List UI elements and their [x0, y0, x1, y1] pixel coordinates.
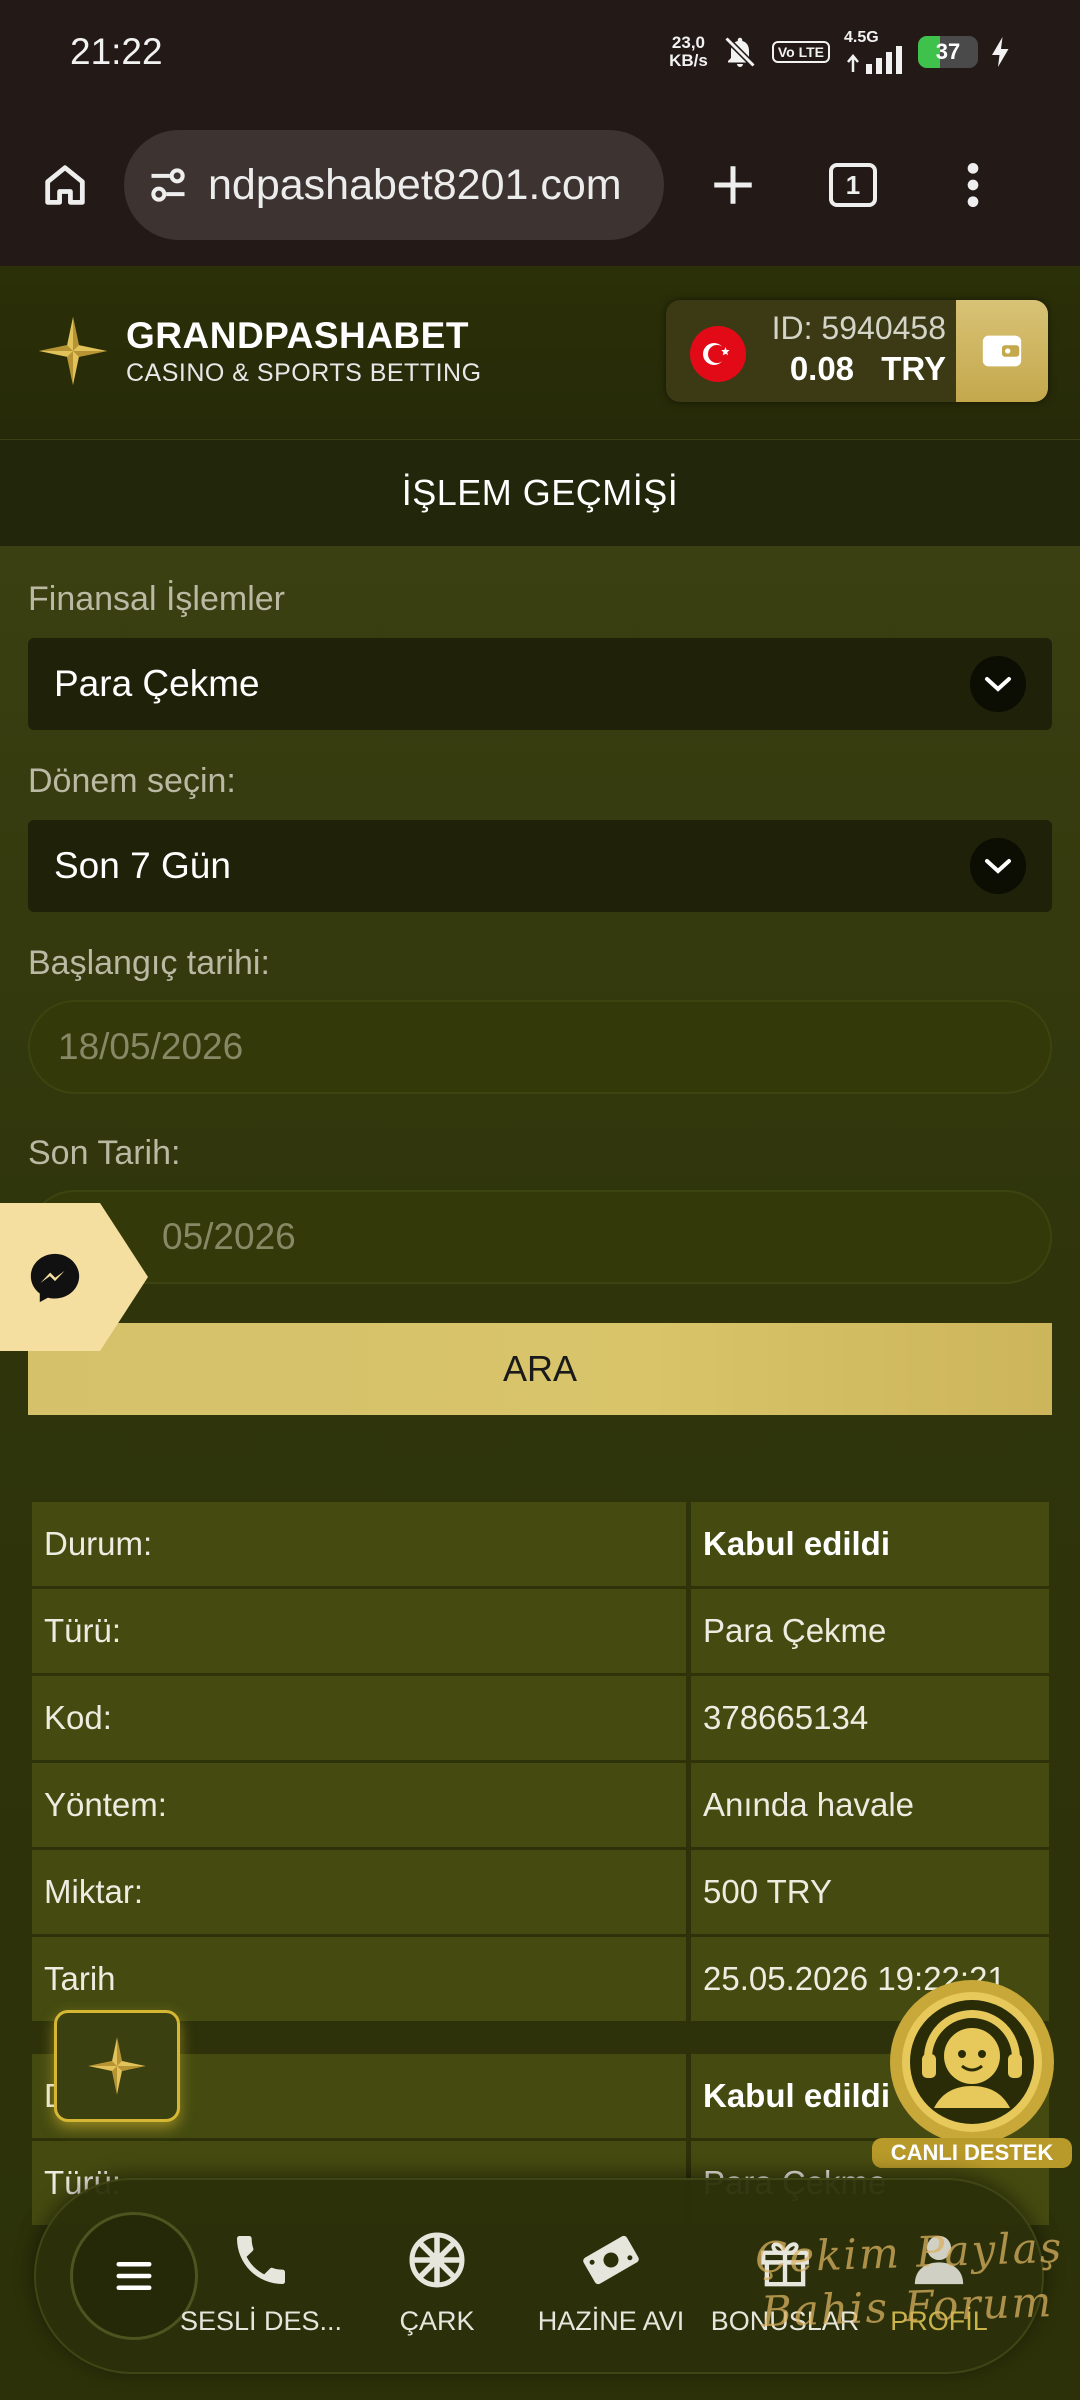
charging-icon: [992, 37, 1009, 67]
address-bar[interactable]: ndpashabet8201.com: [124, 130, 664, 240]
wallet-button[interactable]: [956, 300, 1048, 402]
battery-icon: 37: [918, 36, 978, 68]
tab-count: 1: [829, 163, 877, 207]
period-value: Son 7 Gün: [54, 845, 231, 886]
period-label: Dönem seçin:: [28, 762, 236, 800]
account-id: ID: 5940458: [771, 310, 946, 346]
net-speed: 23,0 KB/s: [669, 34, 708, 70]
url-text: ndpashabet8201.com: [208, 160, 622, 209]
balance-currency: TRY: [881, 350, 946, 387]
site-logo[interactable]: GRANDPASHABET CASINO & SPORTS BETTING: [36, 314, 482, 388]
battery-percent: 37: [935, 39, 961, 64]
row-value: 378665134: [691, 1676, 1049, 1760]
star-logo-icon: [88, 2037, 146, 2095]
start-date-label: Başlangıç tarihi:: [28, 944, 270, 982]
net-speed-unit: KB/s: [669, 51, 708, 70]
table-row: Yöntem: Anında havale: [28, 1763, 1052, 1850]
live-support-label: CANLI DESTEK: [872, 2138, 1072, 2168]
brand-name: GRANDPASHABET: [126, 314, 469, 356]
browser-toolbar: ndpashabet8201.com 1: [0, 104, 1080, 266]
transaction-type-value: Para Çekme: [54, 663, 260, 704]
hamburger-menu-icon: [116, 2262, 152, 2290]
row-key: Kod:: [32, 1676, 686, 1760]
browser-menu-button[interactable]: [938, 150, 1008, 220]
status-time: 21:22: [70, 31, 163, 72]
account-balance: 0.08 TRY: [790, 350, 946, 388]
signal-icon: 4.5G: [844, 30, 904, 74]
transaction-type-label: Finansal İşlemler: [28, 580, 285, 618]
row-key: Yöntem:: [32, 1763, 686, 1847]
watermark-line: Bahis Forum: [760, 2277, 1055, 2337]
bell-off-icon: [724, 36, 756, 68]
nav-treasure-hunt[interactable]: HAZİNE AVI: [526, 2222, 696, 2337]
chevron-down-icon: [970, 656, 1026, 712]
volte-badge: Vo LTE: [771, 41, 830, 63]
period-select[interactable]: Son 7 Gün: [28, 820, 1052, 912]
plus-icon: [714, 166, 752, 204]
treasure-icon: [583, 2235, 639, 2285]
nav-label: HAZİNE AVI: [537, 2306, 685, 2336]
table-row: Türü:Para Çekme: [28, 1589, 1052, 1676]
table-row: Miktar: 500 TRY: [28, 1850, 1052, 1937]
headset-support-icon: [890, 1980, 1054, 2144]
page-title: İŞLEM GEÇMİŞİ: [401, 472, 679, 513]
messenger-tab[interactable]: [0, 1203, 150, 1353]
messenger-icon: [30, 1253, 80, 1303]
nav-wheel[interactable]: ÇARK: [352, 2222, 522, 2337]
wallet-icon: [982, 335, 1022, 367]
wheel-icon: [409, 2232, 465, 2288]
search-button[interactable]: ARA: [28, 1323, 1052, 1415]
end-date-input[interactable]: 05/2026: [28, 1190, 1052, 1284]
more-vertical-icon: [967, 163, 979, 207]
row-key: Tarih: [32, 1937, 686, 2021]
status-bar: 21:22 23,0 KB/s Vo LTE 4.5G 37: [0, 0, 1080, 104]
brand-tagline: CASINO & SPORTS BETTING: [126, 358, 482, 387]
row-value: 500 TRY: [691, 1850, 1049, 1934]
account-panel[interactable]: ID: 5940458 0.08 TRY: [666, 300, 1048, 402]
balance-amount: 0.08: [789, 350, 855, 387]
row-key: Türü:: [32, 1589, 686, 1673]
star-logo-icon: [38, 316, 108, 386]
home-icon: [45, 165, 85, 205]
row-key: Miktar:: [32, 1850, 686, 1934]
tab-switcher-button[interactable]: 1: [818, 150, 888, 220]
row-value: Anında havale: [691, 1763, 1049, 1847]
status-icons: 23,0 KB/s Vo LTE 4.5G 37: [669, 30, 1010, 74]
table-row: Kod: 378665134: [28, 1676, 1052, 1763]
home-button[interactable]: [30, 150, 100, 220]
end-date-label: Son Tarih:: [28, 1134, 181, 1172]
page-title-bar: İŞLEM GEÇMİŞİ: [0, 440, 1080, 546]
phone-icon: [237, 2236, 285, 2284]
table-row: Durum: Kabul edildi: [28, 1502, 1052, 1589]
forum-watermark: Çekim Paylaş Bahis Forum: [754, 2221, 1066, 2340]
network-type: 4.5G: [844, 29, 879, 46]
transaction-card: Durum: Kabul edildi Türü: Para Çekme Kod: 378…: [28, 1502, 1052, 2024]
nav-label: ÇARK: [399, 2306, 475, 2336]
chevron-down-icon: [970, 838, 1026, 894]
row-key: Durum:: [32, 1502, 686, 1586]
nav-label: SESLİ DES...: [179, 2306, 343, 2336]
start-date-input[interactable]: 18/05/2026: [28, 1000, 1052, 1094]
row-value: Para Çekme: [691, 1589, 1049, 1673]
bonus-star-button[interactable]: [54, 2010, 180, 2122]
transaction-type-select[interactable]: Para Çekme: [28, 638, 1052, 730]
nav-voice-support[interactable]: SESLİ DES...: [176, 2222, 346, 2337]
row-value: Kabul edildi: [691, 1502, 1049, 1586]
net-speed-value: 23,0: [671, 33, 706, 52]
site-header: GRANDPASHABET CASINO & SPORTS BETTING ID…: [0, 266, 1080, 440]
turkey-flag-icon: [690, 326, 746, 382]
site-settings-icon[interactable]: [146, 163, 190, 207]
new-tab-button[interactable]: [698, 150, 768, 220]
